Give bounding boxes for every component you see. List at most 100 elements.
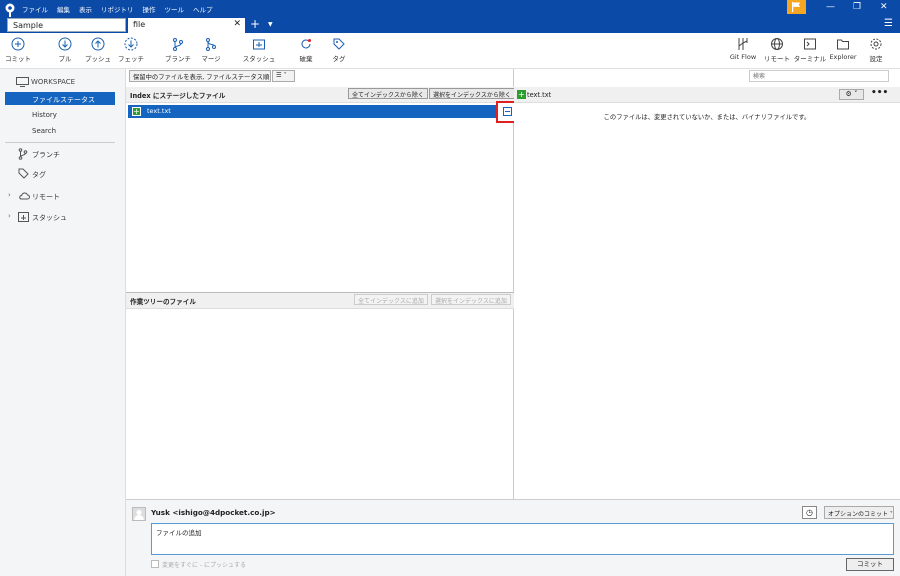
workspace-label: WORKSPACE — [31, 78, 76, 86]
diff-filename: text.txt — [527, 91, 552, 99]
staged-file-name: text.txt — [147, 107, 171, 115]
tab-dropdown-icon[interactable]: ▼ — [268, 21, 273, 28]
discard-button[interactable]: 破棄 — [288, 35, 324, 63]
maximize-icon[interactable]: ❐ — [853, 2, 861, 12]
sidebar-divider — [5, 142, 115, 143]
remote-label: リモート — [764, 55, 790, 63]
close-tab-icon[interactable]: ✕ — [233, 19, 241, 29]
sidebar-item-search[interactable]: Search — [0, 124, 126, 137]
more-options-icon[interactable]: ••• — [871, 88, 888, 98]
commit-message-input[interactable]: ファイルの追加 — [151, 523, 894, 555]
unstaged-header: 作業ツリーのファイル 全てインデックスに追加 選択をインデックスに追加 — [126, 293, 514, 309]
push-label: プッシュ — [85, 55, 111, 63]
stage-all-button[interactable]: 全てインデックスに追加 — [354, 294, 428, 305]
unstage-all-button[interactable]: 全てインデックスから除く — [348, 88, 428, 99]
unstage-file-minus-icon[interactable] — [503, 107, 512, 116]
sidebar-item-history[interactable]: History — [0, 108, 126, 121]
close-window-icon[interactable]: ✕ — [880, 2, 888, 12]
sidebar-section-branches[interactable]: ブランチ — [0, 147, 126, 161]
diff-options-gear-icon[interactable]: ⚙ ˅ — [839, 89, 864, 100]
pull-icon — [58, 37, 72, 51]
commit-icon — [11, 37, 25, 51]
terminal-button[interactable]: ターミナル — [792, 35, 828, 63]
added-file-icon: + — [517, 90, 526, 99]
tag-icon — [333, 38, 345, 50]
pull-button[interactable]: プル — [47, 35, 83, 63]
push-icon — [91, 37, 105, 51]
hamburger-menu-icon[interactable]: ☰ — [884, 18, 893, 29]
new-tab-plus-icon[interactable]: + — [250, 17, 260, 31]
menu-edit[interactable]: 編集 — [57, 4, 70, 14]
added-file-icon: + — [132, 107, 141, 116]
branch-button[interactable]: ブランチ — [160, 35, 196, 63]
gear-icon — [870, 38, 882, 50]
sidebar-section-tags[interactable]: タグ — [0, 167, 126, 181]
commit-submit-button[interactable]: コミット — [846, 558, 894, 571]
stash-label: スタッシュ — [242, 55, 276, 63]
monitor-icon — [16, 77, 29, 87]
settings-label: 設定 — [869, 55, 883, 63]
commit-history-clock-icon[interactable]: ◷ — [802, 506, 817, 519]
menu-help[interactable]: ヘルプ — [193, 4, 213, 14]
chevron-right-icon[interactable]: › — [8, 212, 11, 220]
menu-file[interactable]: ファイル — [22, 4, 48, 14]
unstage-selected-button[interactable]: 選択をインデックスから除く — [429, 88, 515, 99]
workspace-header[interactable]: WORKSPACE — [0, 75, 126, 89]
fetch-button[interactable]: フェッチ — [113, 35, 149, 63]
file-filter-dropdown[interactable]: 保留中のファイルを表示, ファイルステータス順 — [129, 70, 271, 82]
menu-view[interactable]: 表示 — [79, 4, 92, 14]
merge-button[interactable]: マージ — [193, 35, 229, 63]
staged-file-row[interactable]: + text.txt — [128, 101, 519, 123]
discard-icon — [301, 39, 311, 49]
staged-header: Index にステージしたファイル 全てインデックスから除く 選択をインデックス… — [126, 87, 515, 103]
sidebar-item-file-status[interactable]: ファイルステータス — [5, 92, 115, 105]
file-filter-label: 保留中のファイルを表示, ファイルステータス順 — [133, 74, 270, 81]
explorer-button[interactable]: Explorer — [825, 35, 861, 61]
git-flow-icon — [738, 38, 748, 50]
fetch-label: フェッチ — [118, 55, 144, 63]
fetch-icon — [124, 37, 138, 51]
discard-label: 破棄 — [299, 55, 313, 63]
terminal-icon — [804, 38, 816, 50]
file-tab[interactable]: file ✕ — [128, 18, 245, 33]
staged-title: Index にステージしたファイル — [130, 92, 226, 100]
unstaged-title: 作業ツリーのファイル — [130, 298, 196, 306]
sidebar-section-remotes[interactable]: › リモート — [0, 189, 126, 203]
title-bar: ファイル 編集 表示 リポジトリ 操作 ツール ヘルプ Sample file … — [0, 0, 900, 33]
push-button[interactable]: プッシュ — [80, 35, 116, 63]
branch-label: ブランチ — [165, 55, 191, 63]
cloud-icon — [19, 192, 30, 200]
diff-message: このファイルは、変更されていないか、または、バイナリファイルです。 — [603, 114, 811, 121]
sidebar: WORKSPACE ファイルステータス History Search ブランチ … — [0, 69, 126, 576]
menu-actions[interactable]: 操作 — [143, 4, 156, 14]
minimize-icon[interactable]: — — [826, 2, 835, 12]
branches-label: ブランチ — [32, 151, 60, 159]
commit-button[interactable]: コミット — [0, 35, 36, 63]
menu-repository[interactable]: リポジトリ — [101, 4, 134, 14]
file-tab-label: file — [133, 20, 146, 29]
branch-icon — [173, 38, 183, 51]
commit-author: Yusk <ishigo@4dpocket.co.jp> — [151, 508, 276, 517]
chevron-right-icon[interactable]: › — [8, 191, 11, 199]
file-list-panel: 保留中のファイルを表示, ファイルステータス順 ☰ ˅ Index にステージし… — [126, 69, 519, 499]
tag-button[interactable]: タグ — [321, 35, 357, 63]
push-immediately-checkbox[interactable] — [151, 560, 159, 568]
commit-options-dropdown[interactable]: オプションのコミット ˅ — [824, 506, 894, 519]
stage-selected-button[interactable]: 選択をインデックスに追加 — [431, 294, 511, 305]
view-mode-dropdown[interactable]: ☰ ˅ — [272, 70, 295, 82]
search-input[interactable] — [749, 70, 889, 82]
commit-area: Yusk <ishigo@4dpocket.co.jp> ◷ オプションのコミッ… — [126, 499, 900, 576]
sidebar-section-stashes[interactable]: › スタッシュ — [0, 210, 126, 224]
merge-icon — [206, 38, 216, 51]
tag-icon — [18, 168, 29, 179]
menu-tools[interactable]: ツール — [165, 4, 185, 14]
git-flow-button[interactable]: Git Flow — [725, 35, 761, 61]
repo-tab[interactable]: Sample — [7, 18, 126, 32]
settings-button[interactable]: 設定 — [858, 35, 894, 63]
globe-icon — [771, 38, 783, 50]
remote-button[interactable]: リモート — [759, 35, 795, 63]
pull-label: プル — [58, 55, 72, 63]
stash-button[interactable]: スタッシュ — [241, 35, 277, 63]
notification-flag-icon[interactable] — [787, 0, 806, 14]
git-flow-label: Git Flow — [729, 53, 757, 61]
